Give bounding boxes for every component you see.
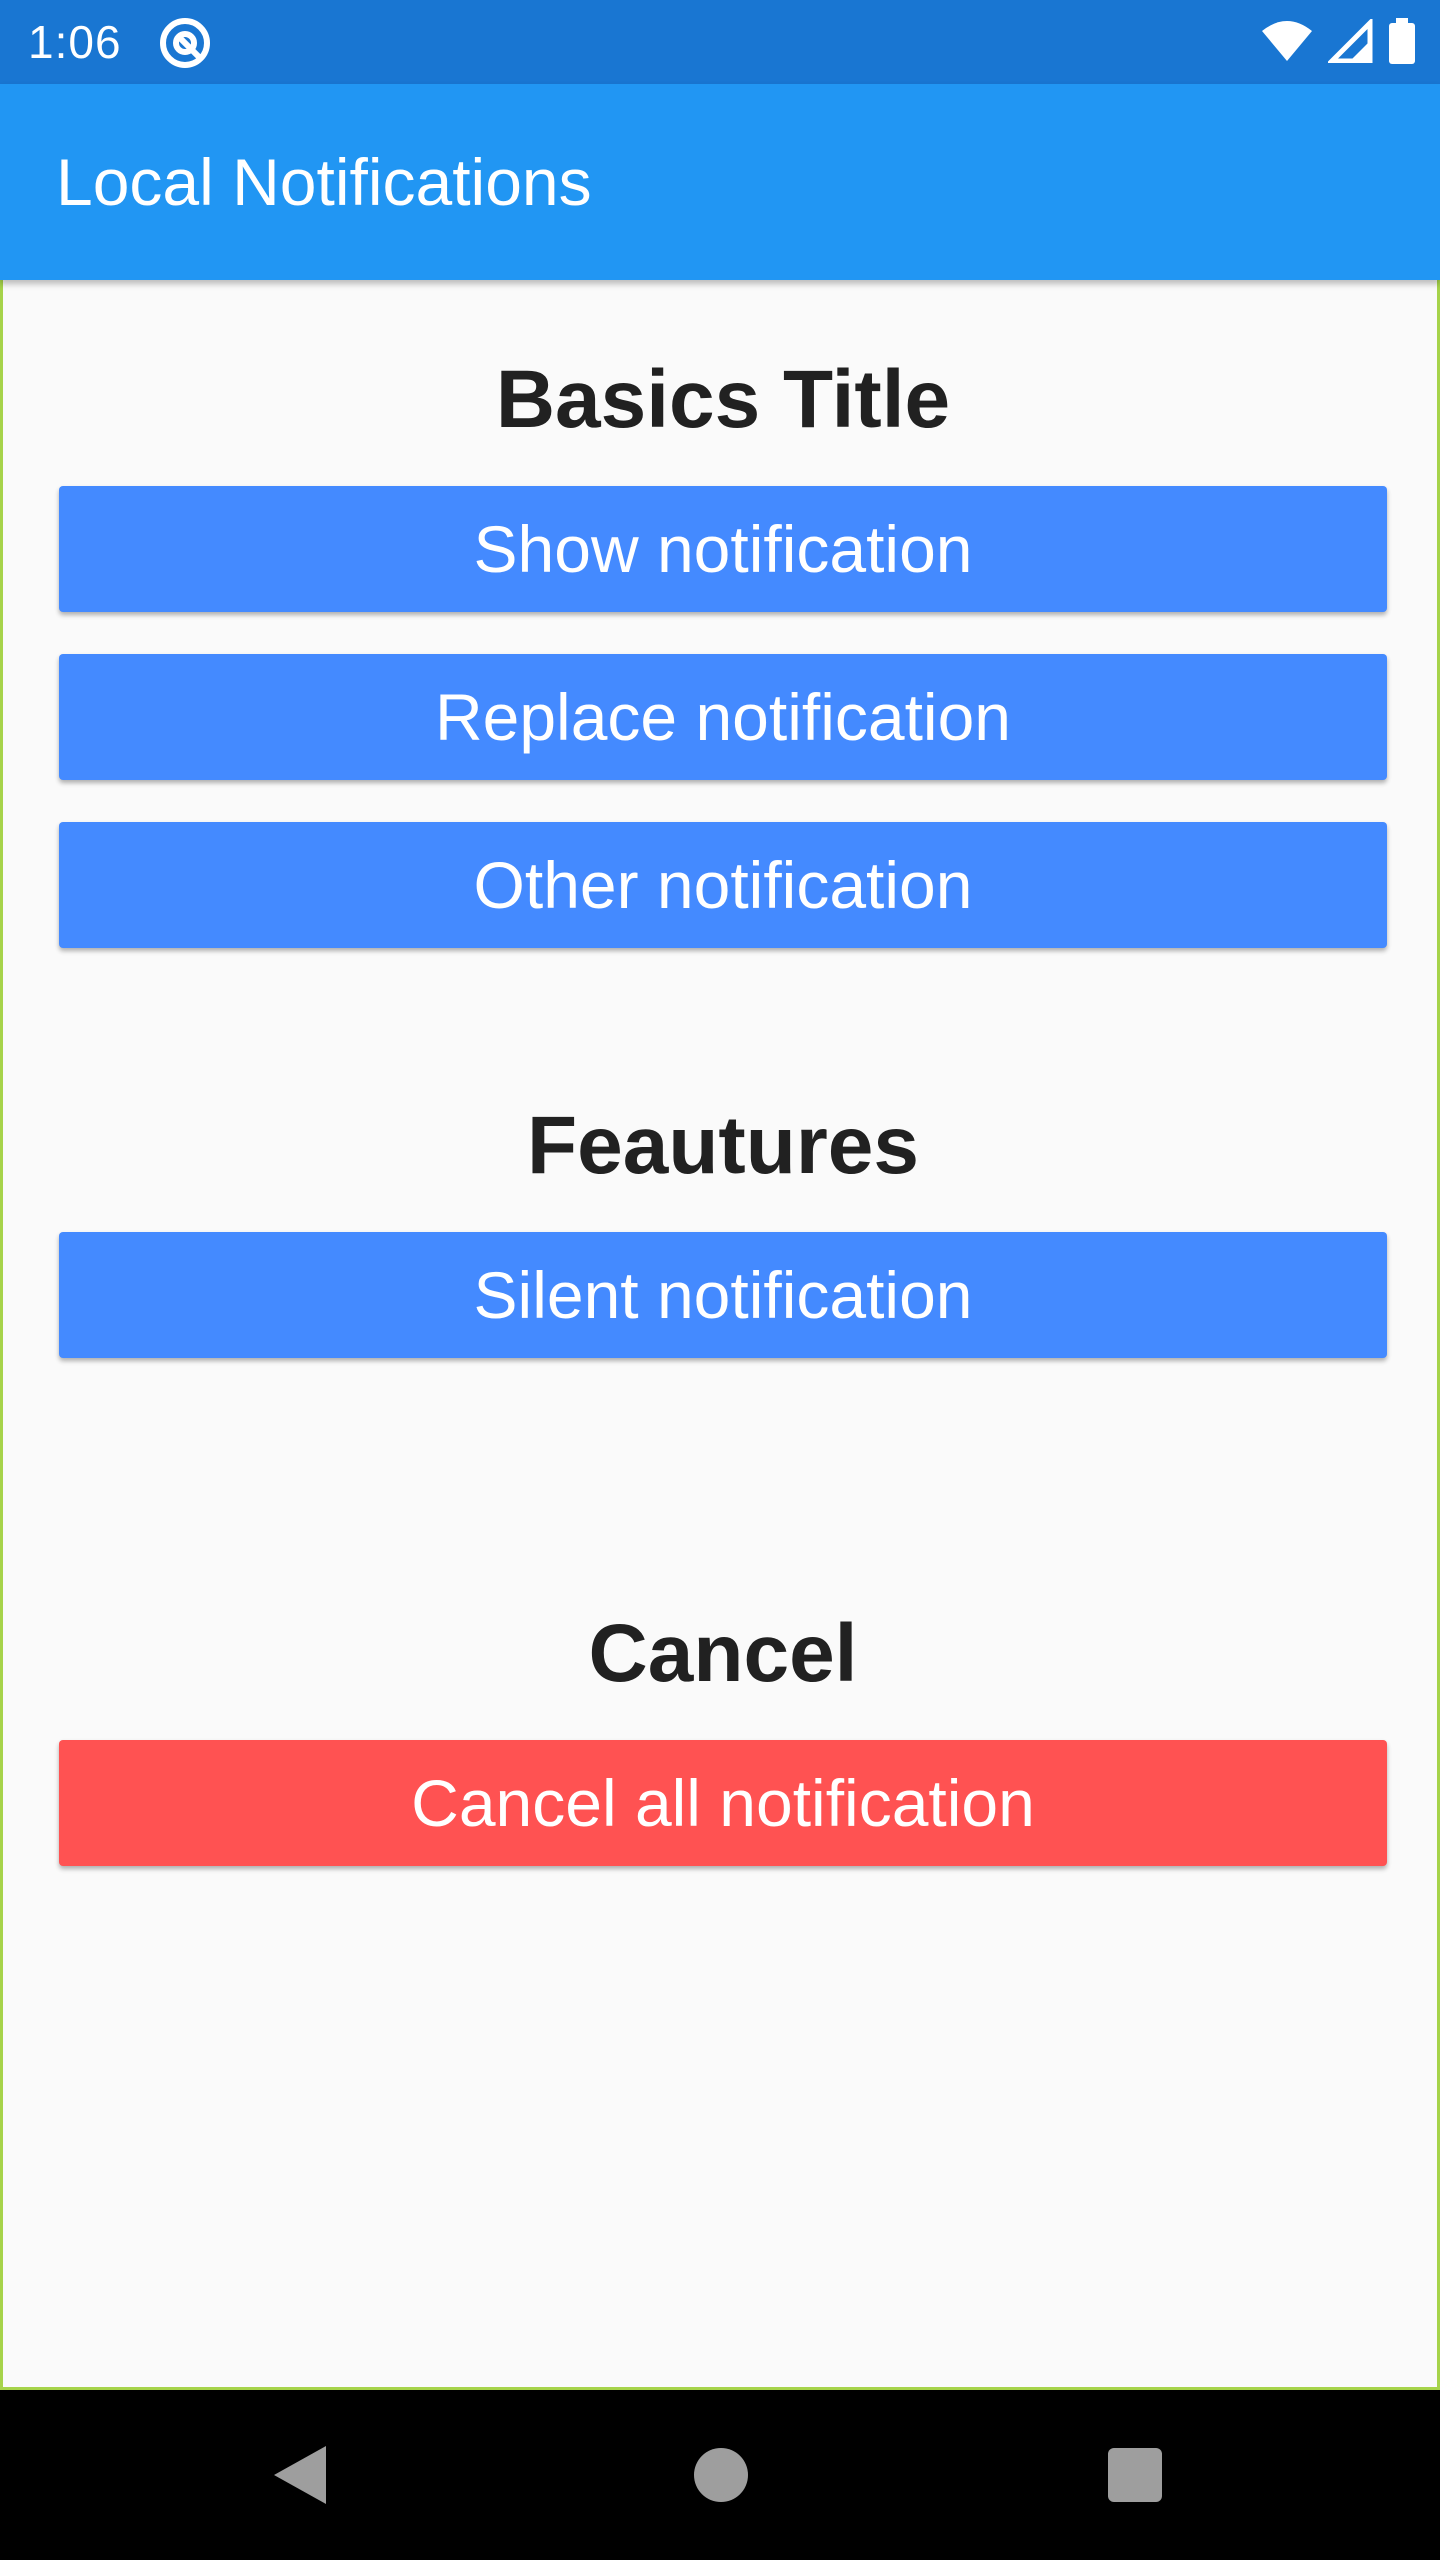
battery-icon bbox=[1388, 17, 1416, 69]
back-icon[interactable] bbox=[270, 2442, 330, 2508]
section-title-features: Feautures bbox=[527, 1100, 919, 1191]
silent-notification-button[interactable]: Silent notification bbox=[59, 1232, 1387, 1358]
main-content: Basics Title Show notification Replace n… bbox=[0, 280, 1440, 2390]
section-title-cancel: Cancel bbox=[588, 1608, 858, 1699]
status-bar: 1:06 bbox=[0, 0, 1440, 84]
phone-screen: 1:06 Local Notifications Basics Title Sh… bbox=[0, 0, 1440, 2560]
section-title-basics: Basics Title bbox=[495, 354, 951, 445]
recents-icon[interactable] bbox=[1108, 2448, 1162, 2502]
home-icon[interactable] bbox=[694, 2448, 748, 2502]
navigation-bar bbox=[0, 2390, 1440, 2560]
app-notification-icon bbox=[158, 16, 212, 70]
other-notification-button[interactable]: Other notification bbox=[59, 822, 1387, 948]
replace-notification-button[interactable]: Replace notification bbox=[59, 654, 1387, 780]
show-notification-button[interactable]: Show notification bbox=[59, 486, 1387, 612]
cancel-all-notification-button[interactable]: Cancel all notification bbox=[59, 1740, 1387, 1866]
app-bar: Local Notifications bbox=[0, 84, 1440, 280]
signal-icon bbox=[1325, 16, 1374, 68]
status-time: 1:06 bbox=[28, 16, 122, 68]
app-bar-title: Local Notifications bbox=[56, 145, 592, 219]
wifi-icon bbox=[1260, 19, 1314, 68]
status-icons bbox=[1260, 16, 1416, 69]
